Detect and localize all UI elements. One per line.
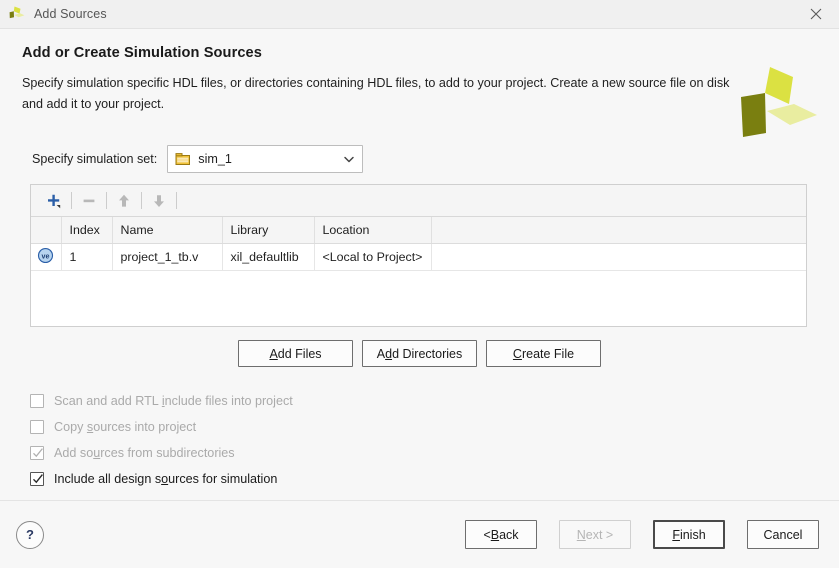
table-header-location[interactable]: Location xyxy=(314,217,432,244)
check-icon xyxy=(33,448,43,458)
create-file-button[interactable]: Create File xyxy=(486,340,601,367)
wizard-navigation-buttons: < Back Next > Finish Cancel xyxy=(465,520,819,549)
title-bar: Add Sources xyxy=(0,0,839,29)
dialog-body: Specify simulation set: sim_1 Index Name… xyxy=(0,133,839,500)
toolbar-separator xyxy=(176,192,177,209)
add-directories-button[interactable]: Add Directories xyxy=(362,340,477,367)
finish-button[interactable]: Finish xyxy=(653,520,725,549)
source-files-table: Index Name Library Location ve 1 project… xyxy=(31,217,806,271)
checkbox-scan-rtl-include[interactable] xyxy=(30,394,44,408)
source-files-panel: Index Name Library Location ve 1 project… xyxy=(30,184,807,327)
dialog-header: Add or Create Simulation Sources Specify… xyxy=(0,29,839,137)
cell-index: 1 xyxy=(61,243,113,271)
checkbox-copy-sources[interactable] xyxy=(30,420,44,434)
arrow-down-icon[interactable] xyxy=(145,188,173,214)
simulation-set-label: Specify simulation set: xyxy=(32,152,158,166)
table-header-filler xyxy=(431,217,806,244)
toolbar-separator xyxy=(141,192,142,209)
options-checkbox-group: Scan and add RTL include files into proj… xyxy=(22,388,817,492)
cell-name: project_1_tb.v xyxy=(112,243,223,271)
add-files-button[interactable]: Add Files xyxy=(238,340,353,367)
add-sources-dialog: Add Sources Add or Create Simulation Sou… xyxy=(0,0,839,568)
minus-icon[interactable] xyxy=(75,188,103,214)
next-button: Next > xyxy=(559,520,631,549)
help-button[interactable]: ? xyxy=(16,520,44,549)
dialog-footer: ? < Back Next > Finish Cancel xyxy=(0,500,839,568)
cell-library: xil_defaultlib xyxy=(222,243,315,271)
toolbar-separator xyxy=(106,192,107,209)
simulation-set-value: sim_1 xyxy=(198,152,232,166)
window-title: Add Sources xyxy=(34,7,107,21)
cell-filler xyxy=(431,243,806,271)
table-header-library[interactable]: Library xyxy=(222,217,315,244)
table-header-name[interactable]: Name xyxy=(112,217,223,244)
simulation-set-dropdown[interactable]: sim_1 xyxy=(167,145,364,173)
toolbar-separator xyxy=(71,192,72,209)
source-action-buttons: Add Files Add Directories Create File xyxy=(22,340,817,367)
table-header-icon[interactable] xyxy=(31,217,62,244)
table-row[interactable]: ve 1 project_1_tb.v xil_defaultlib <Loca… xyxy=(31,243,806,271)
check-icon xyxy=(32,474,43,484)
source-toolbar xyxy=(31,185,806,217)
table-header-row: Index Name Library Location xyxy=(31,217,806,244)
arrow-up-icon[interactable] xyxy=(110,188,138,214)
chevron-down-icon[interactable] xyxy=(342,152,356,166)
simulation-set-row: Specify simulation set: sim_1 xyxy=(22,145,817,173)
checkbox-copy-sources-label: Copy sources into project xyxy=(54,420,197,434)
back-button[interactable]: < Back xyxy=(465,520,537,549)
checkbox-include-design-sources-row[interactable]: Include all design sources for simulatio… xyxy=(30,466,817,492)
checkbox-scan-rtl-include-row[interactable]: Scan and add RTL include files into proj… xyxy=(30,388,817,414)
checkbox-copy-sources-row[interactable]: Copy sources into project xyxy=(30,414,817,440)
plus-icon[interactable] xyxy=(40,188,68,214)
close-icon[interactable] xyxy=(793,0,839,29)
xilinx-logo-icon xyxy=(8,5,26,23)
cancel-button[interactable]: Cancel xyxy=(747,520,819,549)
checkbox-add-subdirectories-row[interactable]: Add sources from subdirectories xyxy=(30,440,817,466)
verilog-file-icon: ve xyxy=(31,243,62,271)
page-title: Add or Create Simulation Sources xyxy=(22,45,262,61)
checkbox-scan-rtl-include-label: Scan and add RTL include files into proj… xyxy=(54,394,293,408)
table-header-index[interactable]: Index xyxy=(61,217,113,244)
checkbox-add-subdirectories[interactable] xyxy=(30,446,44,460)
page-description: Specify simulation specific HDL files, o… xyxy=(22,76,730,111)
checkbox-include-design-sources[interactable] xyxy=(30,472,44,486)
checkbox-add-subdirectories-label: Add sources from subdirectories xyxy=(54,446,235,460)
cell-location: <Local to Project> xyxy=(314,243,432,271)
folder-icon xyxy=(175,152,191,166)
source-panel-empty-area xyxy=(31,270,806,326)
checkbox-include-design-sources-label: Include all design sources for simulatio… xyxy=(54,472,278,486)
svg-text:ve: ve xyxy=(42,252,50,260)
